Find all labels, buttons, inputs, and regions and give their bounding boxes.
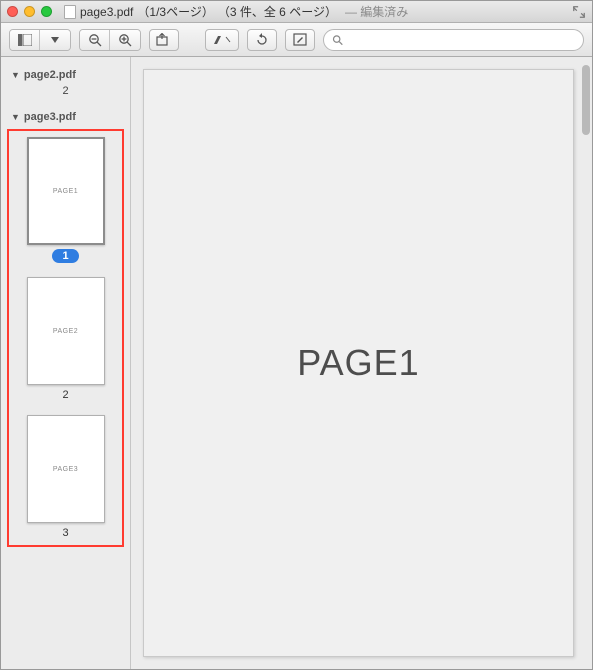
page-number-label: 2 bbox=[1, 85, 130, 97]
view-mode-segment[interactable] bbox=[9, 29, 71, 51]
page-thumbnail-3[interactable]: PAGE3 bbox=[27, 415, 105, 523]
document-icon bbox=[64, 5, 76, 19]
rotate-button[interactable] bbox=[247, 29, 277, 51]
thumb-wrap: PAGE1 1 bbox=[27, 137, 105, 263]
thumb-wrap: PAGE2 2 bbox=[27, 277, 105, 401]
search-field[interactable] bbox=[323, 29, 584, 51]
page-thumbnail-1[interactable]: PAGE1 bbox=[27, 137, 105, 245]
fullscreen-icon[interactable] bbox=[572, 5, 586, 19]
thumb-content: PAGE1 bbox=[53, 188, 78, 195]
markup-button[interactable] bbox=[285, 29, 315, 51]
highlight-button[interactable] bbox=[205, 29, 239, 51]
zoom-segment[interactable] bbox=[79, 29, 141, 51]
highlight-box: PAGE1 1 PAGE2 2 PAGE3 3 bbox=[7, 129, 124, 547]
page-number-label: 3 bbox=[62, 527, 68, 539]
toolbar bbox=[1, 23, 592, 57]
title-edited: — 編集済み bbox=[345, 3, 408, 20]
page-number-label: 2 bbox=[62, 389, 68, 401]
page-canvas[interactable]: PAGE1 bbox=[143, 69, 574, 657]
thumb-wrap: PAGE3 3 bbox=[27, 415, 105, 539]
share-button[interactable] bbox=[149, 29, 179, 51]
zoom-out-button[interactable] bbox=[80, 30, 110, 50]
disclosure-icon[interactable]: ▼ bbox=[11, 70, 20, 80]
title-filename: page3.pdf bbox=[80, 5, 133, 19]
scrollbar-thumb[interactable] bbox=[582, 65, 590, 135]
search-input[interactable] bbox=[347, 34, 575, 46]
thumb-content: PAGE2 bbox=[53, 328, 78, 335]
sidebar[interactable]: ▼ page2.pdf 2 ▼ page3.pdf PAGE1 1 PAGE2 … bbox=[1, 57, 131, 669]
page-viewer[interactable]: PAGE1 bbox=[131, 57, 592, 669]
minimize-icon[interactable] bbox=[24, 6, 35, 17]
zoom-in-button[interactable] bbox=[110, 30, 140, 50]
page-content: PAGE1 bbox=[297, 342, 419, 384]
search-icon bbox=[332, 34, 343, 46]
group-label: page2.pdf bbox=[24, 69, 76, 81]
page-thumbnail-2[interactable]: PAGE2 bbox=[27, 277, 105, 385]
window-title: page3.pdf （1/3ページ） （3 件、全 6 ページ） — 編集済み bbox=[64, 3, 568, 20]
page-number-badge: 1 bbox=[52, 249, 78, 263]
sidebar-view-button[interactable] bbox=[10, 30, 40, 50]
window-controls bbox=[7, 6, 52, 17]
disclosure-icon[interactable]: ▼ bbox=[11, 112, 20, 122]
zoom-icon[interactable] bbox=[41, 6, 52, 17]
group-label: page3.pdf bbox=[24, 111, 76, 123]
view-dropdown-button[interactable] bbox=[40, 30, 70, 50]
title-doc-info: （3 件、全 6 ページ） bbox=[218, 3, 337, 20]
close-icon[interactable] bbox=[7, 6, 18, 17]
sidebar-group-page3[interactable]: ▼ page3.pdf bbox=[1, 103, 130, 127]
titlebar: page3.pdf （1/3ページ） （3 件、全 6 ページ） — 編集済み bbox=[1, 1, 592, 23]
thumb-content: PAGE3 bbox=[53, 466, 78, 473]
body: ▼ page2.pdf 2 ▼ page3.pdf PAGE1 1 PAGE2 … bbox=[1, 57, 592, 669]
title-page-info: （1/3ページ） bbox=[137, 3, 213, 20]
sidebar-group-page2[interactable]: ▼ page2.pdf bbox=[1, 61, 130, 85]
